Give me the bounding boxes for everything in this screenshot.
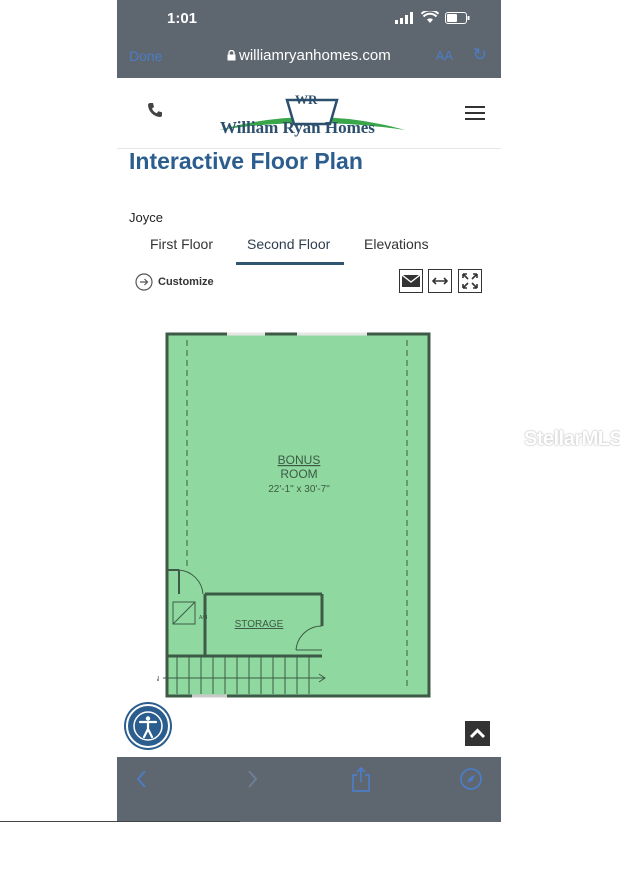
wifi-icon xyxy=(421,11,439,23)
ah-label: A/H xyxy=(199,615,208,621)
room-dimensions: 22'-1" x 30'-7" xyxy=(268,484,330,495)
mls-watermark: StellarMLS xyxy=(524,428,620,450)
tab-second-floor[interactable]: Second Floor xyxy=(247,236,330,252)
expand-icon xyxy=(462,273,478,289)
tab-first-floor[interactable]: First Floor xyxy=(150,236,213,252)
scan-edge-line xyxy=(0,821,240,822)
room-name-line2: ROOM xyxy=(280,467,317,481)
back-to-top-button[interactable] xyxy=(465,721,490,746)
lock-icon xyxy=(227,49,236,61)
fullscreen-button[interactable] xyxy=(458,269,482,293)
horizontal-arrows-icon xyxy=(431,277,449,285)
room-name-line1: BONUS xyxy=(278,453,321,467)
status-bar: 1:01 xyxy=(117,0,501,36)
chevron-up-icon xyxy=(469,728,486,739)
active-tab-indicator xyxy=(236,262,344,265)
share-icon[interactable] xyxy=(350,765,372,793)
tab-elevations[interactable]: Elevations xyxy=(364,236,429,252)
email-button[interactable] xyxy=(399,269,423,293)
customize-label: Customize xyxy=(158,276,214,288)
storage-label: STORAGE xyxy=(235,619,284,630)
page-title: Interactive Floor Plan xyxy=(129,148,363,174)
accessibility-icon xyxy=(133,711,163,741)
browser-toolbar xyxy=(117,757,501,822)
browser-url-bar: Done williamryanhomes.com AA ↻ xyxy=(117,36,501,78)
address-text: williamryanhomes.com xyxy=(239,47,391,64)
stair-down-label: DN xyxy=(157,676,159,683)
phone-icon[interactable] xyxy=(147,102,163,118)
site-header: WR William Ryan Homes xyxy=(117,78,501,149)
floor-tabs: First Floor Second Floor Elevations xyxy=(135,236,485,265)
status-icons xyxy=(395,11,471,24)
envelope-icon xyxy=(402,275,420,287)
forward-arrow-icon[interactable] xyxy=(245,765,259,793)
signal-icon xyxy=(395,12,413,24)
text-size-button[interactable]: AA xyxy=(436,48,453,63)
battery-icon xyxy=(445,12,470,24)
brand-name: William Ryan Homes xyxy=(220,118,375,137)
compass-icon[interactable] xyxy=(459,767,483,791)
address-field[interactable]: williamryanhomes.com xyxy=(227,47,391,64)
hamburger-menu-icon[interactable] xyxy=(465,106,485,120)
done-button[interactable]: Done xyxy=(129,48,162,64)
floor-plan[interactable]: BONUS ROOM 22'-1" x 30'-7" STORAGE A/H D… xyxy=(157,326,437,704)
logo-initials: WR xyxy=(295,92,318,107)
mirror-button[interactable] xyxy=(428,269,452,293)
back-arrow-icon[interactable] xyxy=(135,765,149,793)
model-name: Joyce xyxy=(129,210,163,225)
arrow-right-circle-icon xyxy=(135,273,153,291)
accessibility-button[interactable] xyxy=(126,704,170,748)
status-time: 1:01 xyxy=(167,10,198,27)
customize-button[interactable]: Customize xyxy=(135,272,214,292)
reload-icon[interactable]: ↻ xyxy=(473,45,487,65)
phone-screen: 1:01 Done williamryanhomes.com AA ↻ WR W… xyxy=(117,0,501,822)
